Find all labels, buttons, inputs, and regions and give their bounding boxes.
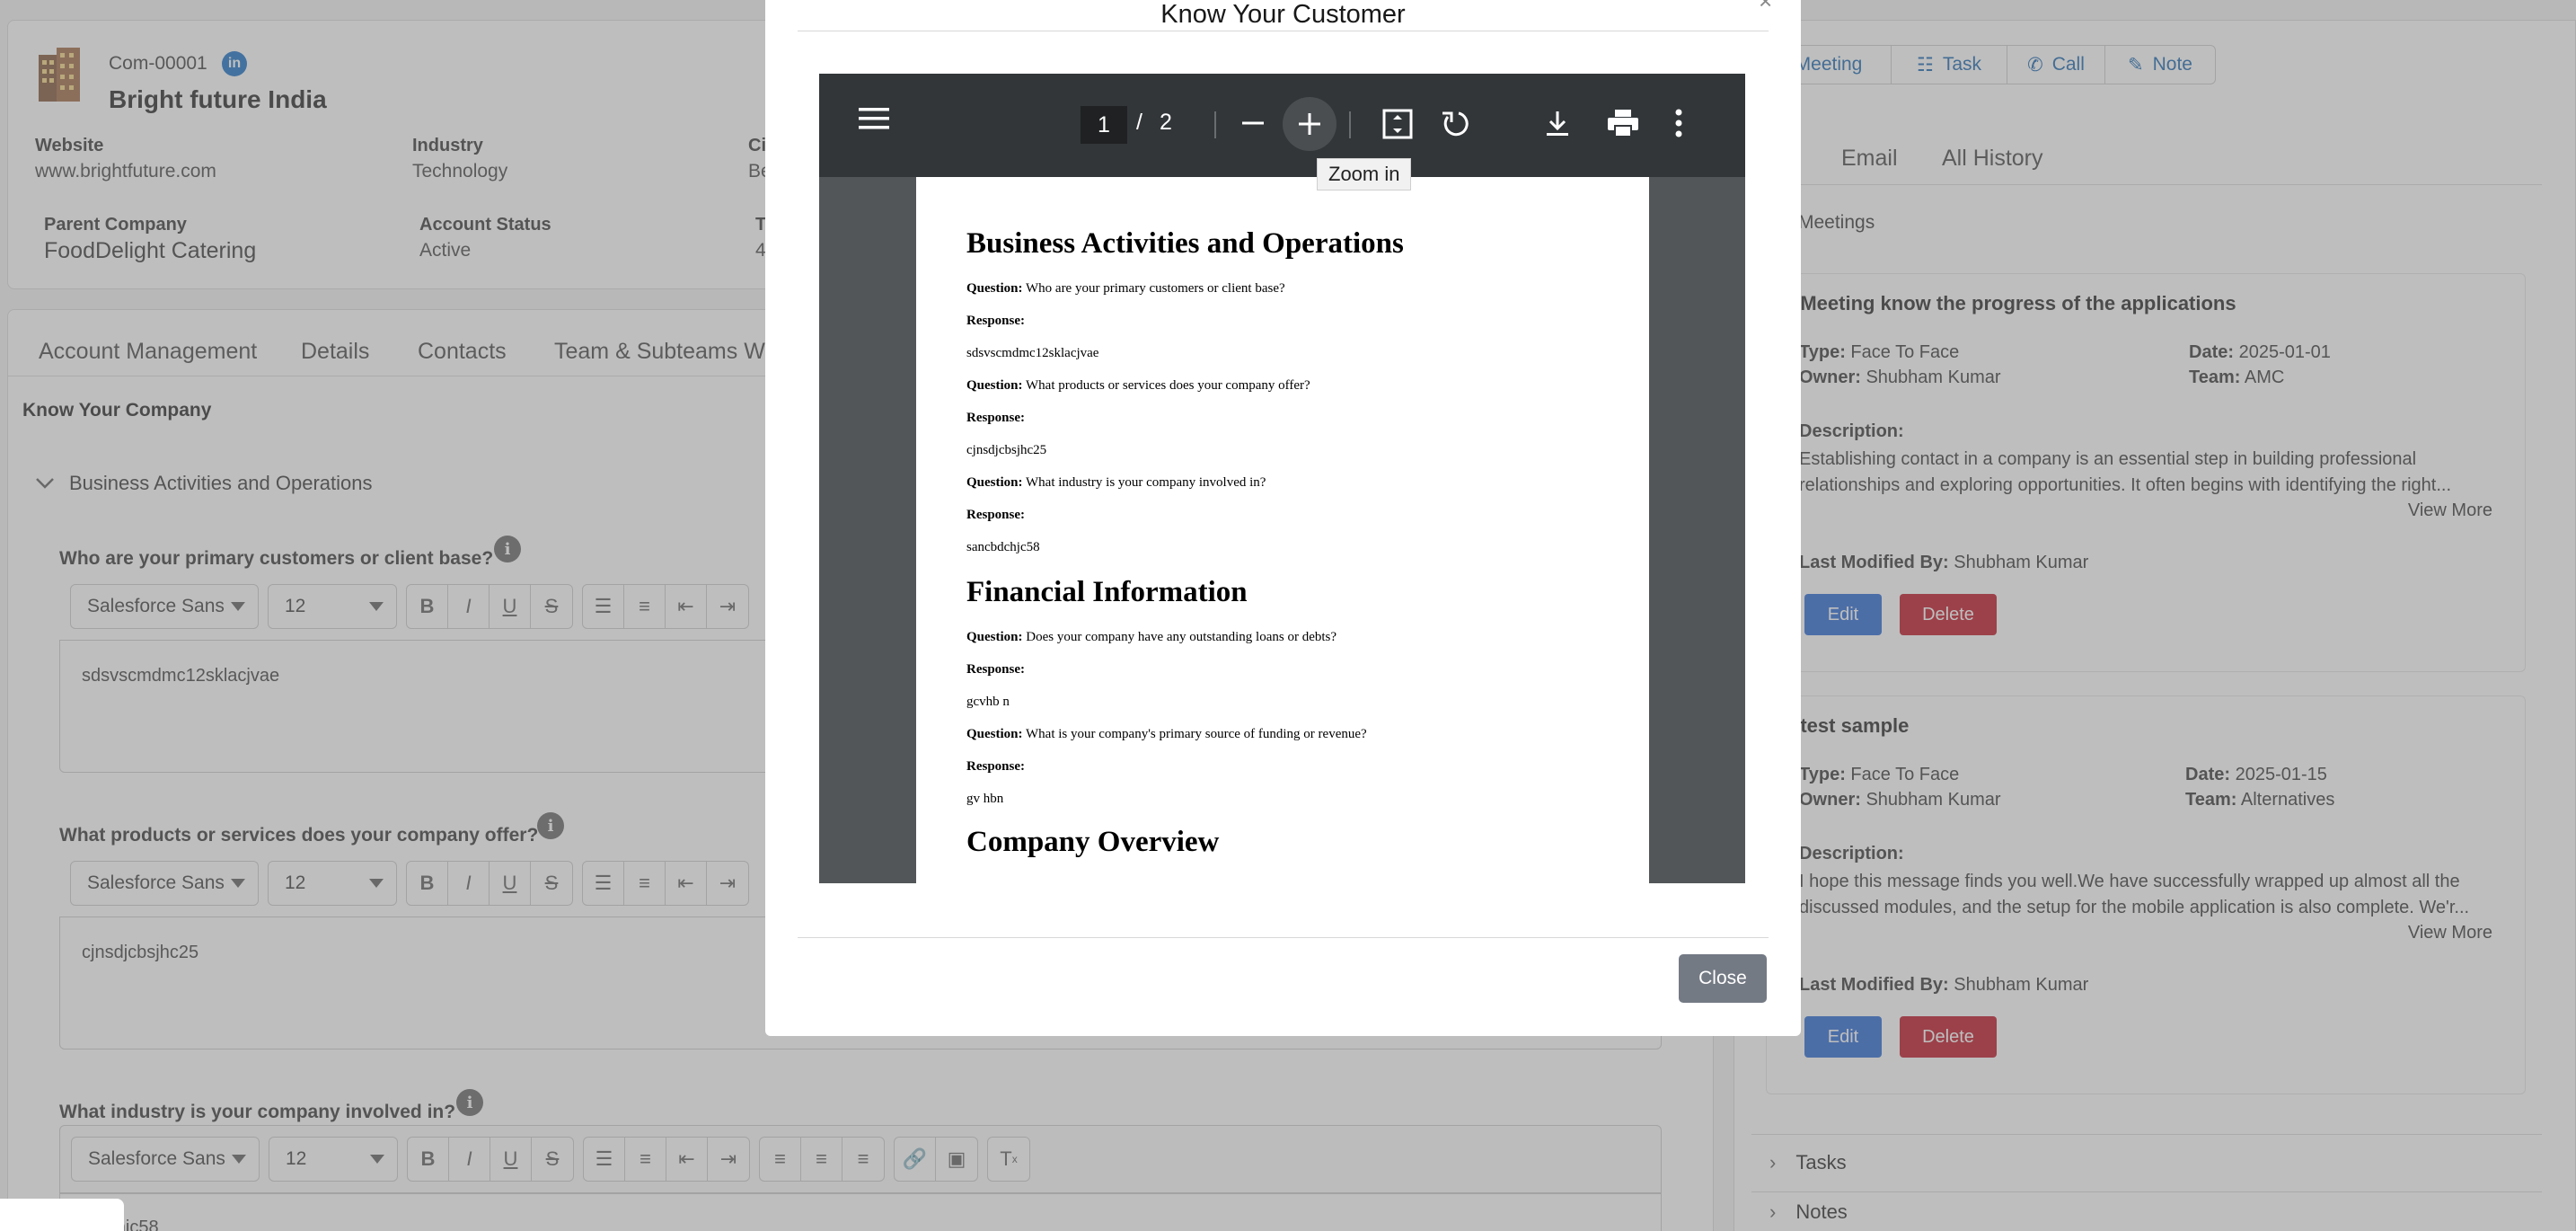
page-number-input[interactable]: 1	[1081, 106, 1127, 144]
pdf-q: Question:	[966, 727, 1023, 741]
zoom-in-icon[interactable]	[1283, 97, 1337, 151]
pdf-viewport[interactable]: Business Activities and Operations Quest…	[819, 177, 1745, 883]
pdf-t: What is your company's primary source of…	[1026, 727, 1367, 741]
page-separator: /	[1136, 110, 1142, 135]
pdf-toolbar: 1 / 2	[819, 74, 1745, 177]
download-icon[interactable]	[1543, 108, 1572, 143]
pdf-line: Question: What industry is your company …	[966, 475, 1266, 491]
menu-icon[interactable]	[859, 106, 889, 136]
pdf-line: gcvhb n	[966, 695, 1010, 709]
pdf-page: Business Activities and Operations Quest…	[916, 177, 1649, 883]
pdf-line: sdsvscmdmc12sklacjvae	[966, 346, 1099, 360]
pdf-q: Response:	[966, 411, 1026, 425]
pdf-line: Response:	[966, 411, 1025, 426]
pdf-line: Question: Does your company have any out…	[966, 630, 1337, 645]
pdf-line: Question: What is your company's primary…	[966, 727, 1367, 742]
pdf-q: Question:	[966, 281, 1023, 296]
toast-stub	[0, 1199, 124, 1231]
zoom-in-tooltip: Zoom in	[1317, 158, 1412, 190]
pdf-line: sancbdchjc58	[966, 540, 1040, 554]
pdf-line: Response:	[966, 759, 1025, 775]
pdf-line: cjnsdjcbsjhc25	[966, 443, 1047, 457]
pdf-line: Response:	[966, 508, 1025, 523]
zoom-out-icon[interactable]	[1239, 110, 1266, 141]
modal-footer-divider	[798, 937, 1769, 938]
pdf-heading: Financial Information	[966, 576, 1248, 608]
pdf-heading: Company Overview	[966, 826, 1220, 858]
kyc-modal: Know Your Customer × 1 / 2 Business Acti…	[765, 0, 1801, 1036]
pdf-t: What industry is your company involved i…	[1026, 475, 1266, 490]
rotate-icon[interactable]	[1439, 108, 1471, 145]
print-icon[interactable]	[1606, 108, 1640, 143]
pdf-heading: Business Activities and Operations	[966, 227, 1404, 260]
toolbar-divider	[1349, 111, 1351, 138]
pdf-t: Who are your primary customers or client…	[1026, 281, 1285, 296]
modal-close-x-icon[interactable]: ×	[1759, 0, 1772, 15]
modal-close-button[interactable]: Close	[1679, 954, 1767, 1003]
fit-to-page-icon[interactable]	[1381, 108, 1414, 145]
pdf-line: Question: What products or services does…	[966, 378, 1310, 394]
modal-title: Know Your Customer	[1160, 0, 1406, 29]
pdf-q: Question:	[966, 475, 1023, 490]
pdf-q: Question:	[966, 630, 1023, 644]
pdf-line: gv hbn	[966, 792, 1004, 806]
toolbar-divider	[1214, 111, 1216, 138]
pdf-line: Response:	[966, 662, 1025, 677]
pdf-q: Question:	[966, 378, 1023, 393]
pdf-q: Response:	[966, 508, 1026, 522]
pdf-q: Response:	[966, 759, 1026, 774]
pdf-t: What products or services does your comp…	[1026, 378, 1310, 393]
pdf-line: Question: Who are your primary customers…	[966, 281, 1285, 297]
more-options-icon[interactable]	[1674, 108, 1683, 143]
pdf-t: Does your company have any outstanding l…	[1026, 630, 1337, 644]
pdf-line: Response:	[966, 314, 1025, 329]
pdf-q: Response:	[966, 662, 1026, 677]
page-total: 2	[1160, 110, 1172, 135]
pdf-q: Response:	[966, 314, 1026, 328]
